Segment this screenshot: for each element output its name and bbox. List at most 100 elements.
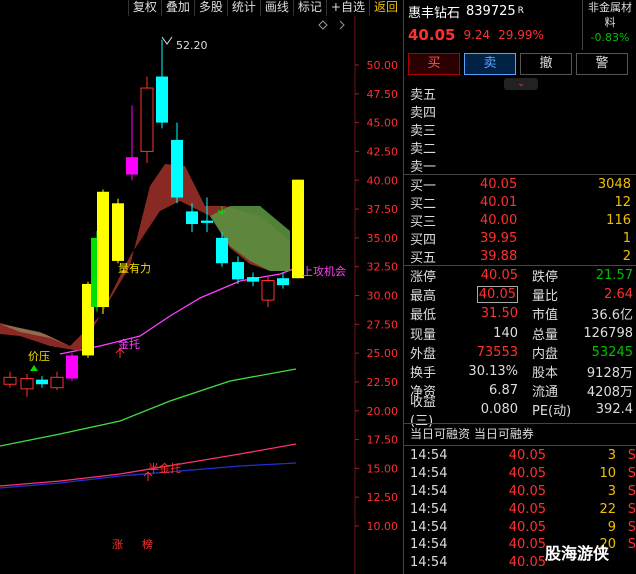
candle-body [277, 278, 289, 286]
sector-name-2: 料 [604, 16, 616, 29]
stat-value: 53245 [591, 344, 633, 360]
sector-name: 非金属材 [588, 1, 632, 14]
toolbar-fuquan[interactable]: 复权 [127, 0, 161, 16]
candle-body [112, 203, 124, 261]
buy-vol: 1 [622, 230, 631, 246]
buy-vol: 3048 [597, 176, 631, 192]
buy-row[interactable]: 买三 40.00 116 [404, 211, 636, 230]
buy-book: 买一 40.05 3048 买二 40.01 12 买三 40.00 116 买四 39.95… [404, 175, 636, 266]
y-tick-label: 30.00 [367, 290, 399, 303]
stat-value: 4208万 [586, 385, 633, 401]
stat-value: 0.080 [480, 402, 518, 418]
toolbar-draw[interactable]: 画线 [259, 0, 293, 16]
last-price: 40.05 [408, 26, 456, 44]
stat-value: 40.05 [480, 268, 518, 284]
buy-row[interactable]: 买一 40.05 3048 [404, 175, 636, 194]
stat-value: 73553 [476, 344, 518, 360]
chevron-right-icon[interactable] [339, 20, 345, 30]
sell-row: 卖二 [404, 138, 636, 157]
buy-button[interactable]: 买 [408, 53, 460, 75]
candle-body [232, 262, 244, 280]
tick-price: 40.05 [508, 537, 546, 553]
stat-value: 6.87 [489, 383, 518, 399]
stat-key: 现量 [410, 327, 437, 343]
y-tick-label: 45.00 [367, 117, 399, 130]
y-axis: 50.00 47.50 45.00 42.50 40.00 37.50 35.00 32.50… [355, 59, 398, 533]
tick-side: S [627, 483, 636, 499]
tick-time: 14:54 [410, 501, 448, 517]
tick-vol: 9 [607, 519, 616, 535]
toolbar-stats[interactable]: 统计 [226, 0, 260, 16]
sell-button[interactable]: 卖 [464, 53, 516, 75]
candle-body [66, 355, 78, 379]
stat-value: 36.6亿 [591, 308, 633, 324]
y-tick-label: 32.50 [367, 261, 399, 274]
tick-vol: 22 [599, 501, 616, 517]
arrow-up-icon [30, 365, 38, 371]
toolbar-overlay[interactable]: 叠加 [160, 0, 194, 16]
annotation-liangyouli: 量有力 [118, 261, 151, 275]
buy-price: 39.95 [480, 230, 518, 246]
margin-header[interactable]: 当日可融资 当日可融券 [404, 425, 636, 443]
sell-row: 卖四 [404, 102, 636, 121]
tick-side: S [627, 448, 636, 464]
peak-marker-icon [161, 36, 173, 45]
stats-row: 外盘 73553 内盘 53245 [404, 343, 636, 362]
sell-label: 卖四 [410, 105, 437, 121]
kline-chart[interactable]: 50.00 47.50 45.00 42.50 40.00 37.50 35.00 32.50… [0, 16, 402, 574]
tick-price: 40.05 [508, 555, 546, 571]
candle-body [186, 211, 198, 225]
candle-body [216, 237, 228, 264]
tick-vol: 3 [607, 448, 616, 464]
buy-label: 买二 [410, 196, 437, 212]
y-tick-label: 40.00 [367, 174, 399, 187]
tick-row: 14:54 40.05 3 S [404, 447, 636, 465]
stat-key: 股本 [532, 366, 559, 382]
sell-row: 卖五 [404, 84, 636, 103]
y-tick-label: 47.50 [367, 88, 399, 101]
buy-row[interactable]: 买五 39.88 2 [404, 247, 636, 266]
buy-price: 40.01 [480, 194, 518, 210]
sell-book: 卖五 卖四 卖三 卖二 卖一 [404, 84, 636, 175]
sell-label: 卖三 [410, 123, 437, 139]
sell-row: 卖三 [404, 120, 636, 139]
buy-label: 买三 [410, 214, 437, 230]
tick-row: 14:54 40.05 22 S [404, 500, 636, 518]
buy-row[interactable]: 买二 40.01 12 [404, 193, 636, 212]
diamond-icon[interactable] [318, 20, 328, 30]
tick-time: 14:54 [410, 483, 448, 499]
stat-value: 392.4 [595, 402, 633, 418]
trade-buttons: 买 卖 撤 警 [404, 53, 636, 77]
tick-price: 40.05 [508, 501, 546, 517]
stat-key: 涨停 [410, 270, 437, 286]
cancel-button[interactable]: 撤 [520, 53, 572, 75]
candle-body [201, 220, 213, 223]
stat-value: 21.57 [595, 268, 633, 284]
y-tick-label: 25.00 [367, 347, 399, 360]
toolbar-multi[interactable]: 多股 [193, 0, 227, 16]
price-pct: 29.99% [498, 28, 544, 42]
annotation-shanggong: 上攻机会 [302, 264, 346, 278]
buy-row[interactable]: 买四 39.95 1 [404, 229, 636, 248]
stat-key: 流通 [532, 385, 559, 401]
buy-label: 买四 [410, 232, 437, 248]
toolbar-add-watchlist[interactable]: +自选 [325, 0, 369, 16]
tick-side: S [627, 466, 636, 482]
sector-box[interactable]: 非金属材 料 -0.83% [582, 0, 636, 50]
y-tick-label: 12.50 [367, 491, 399, 504]
stat-key: 外盘 [410, 346, 437, 362]
quote-panel: 惠丰钻石 839725 R 非金属材 料 -0.83% 40.05 9.24 2… [403, 0, 636, 574]
buy-price: 40.05 [480, 176, 518, 192]
alert-button[interactable]: 警 [576, 53, 628, 75]
y-tick-label: 10.00 [367, 520, 399, 533]
stat-key: 最低 [410, 308, 437, 324]
candle-body [3, 376, 17, 385]
tag-zhang[interactable]: 涨 [112, 538, 123, 551]
tag-bang[interactable]: 榜 [142, 537, 153, 551]
toolbar-mark[interactable]: 标记 [292, 0, 326, 16]
stat-value: 40.05 [476, 286, 518, 304]
candle-body [171, 139, 183, 198]
buy-vol: 116 [606, 212, 631, 228]
y-tick-label: 42.50 [367, 145, 399, 158]
toolbar-back[interactable]: 返回 [368, 0, 402, 16]
